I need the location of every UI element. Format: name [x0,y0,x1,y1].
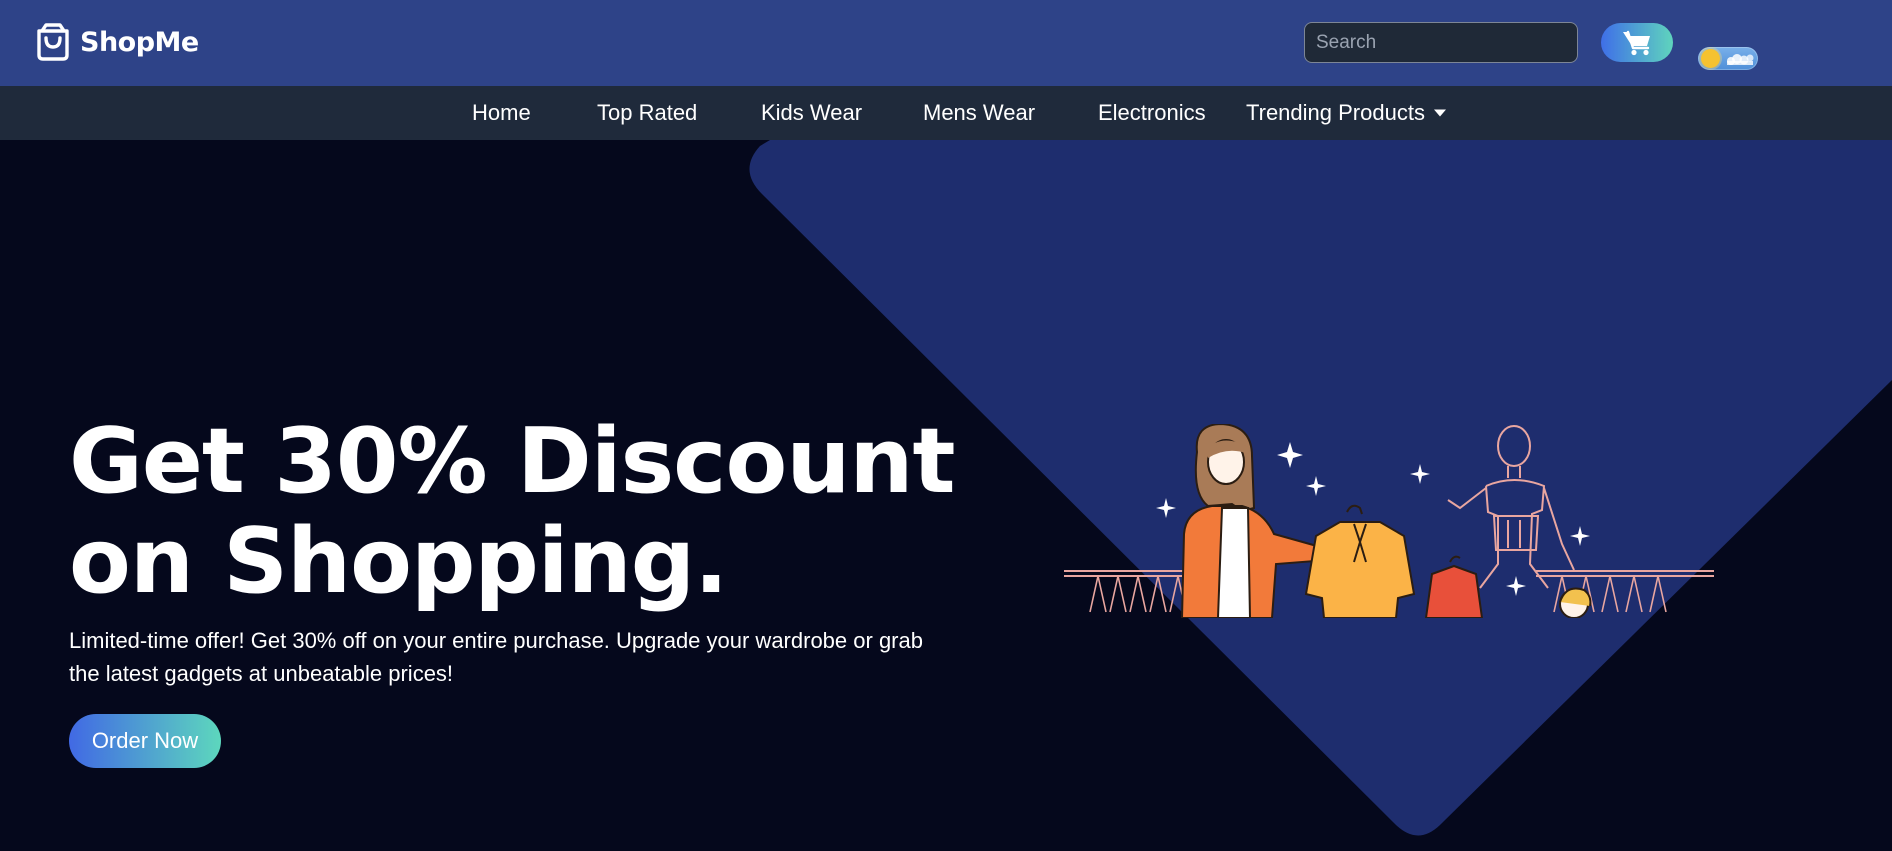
cloud-icon [1727,54,1754,65]
hero-description: Limited-time offer! Get 30% off on your … [69,628,923,686]
cart-button[interactable] [1601,23,1673,62]
top-header: ShopMe [0,0,1892,86]
shopping-illustration [1064,424,1714,618]
nav-item-home[interactable]: Home [472,86,531,140]
main-nav: Home Top Rated Kids Wear Mens Wear Elect… [0,86,1892,140]
nav-item-mens-wear[interactable]: Mens Wear [923,86,1035,140]
caret-down-icon [1433,109,1446,117]
nav-item-kids-wear[interactable]: Kids Wear [761,86,862,140]
hero-headline-line1: Get 30% Discount [69,409,956,514]
nav-item-trending-products[interactable]: Trending Products [1246,86,1447,140]
theme-toggle[interactable] [1698,47,1758,70]
hero-headline: Get 30% Discount on Shopping. [69,409,956,614]
shopping-cart-icon [1623,30,1650,55]
brand-name: ShopMe [80,26,199,58]
nav-item-electronics[interactable]: Electronics [1098,86,1206,140]
brand-logo[interactable]: ShopMe [34,20,199,64]
nav-item-trending-label: Trending Products [1246,100,1425,125]
nav-item-top-rated[interactable]: Top Rated [597,86,697,140]
hero-section: Get 30% Discount on Shopping. Limited-ti… [0,140,1892,851]
order-now-button[interactable]: Order Now [69,714,221,768]
sun-icon [1701,49,1720,68]
hero-headline-line2: on Shopping. [69,509,728,614]
shopping-bag-icon [37,23,69,61]
search-input[interactable] [1304,22,1578,63]
